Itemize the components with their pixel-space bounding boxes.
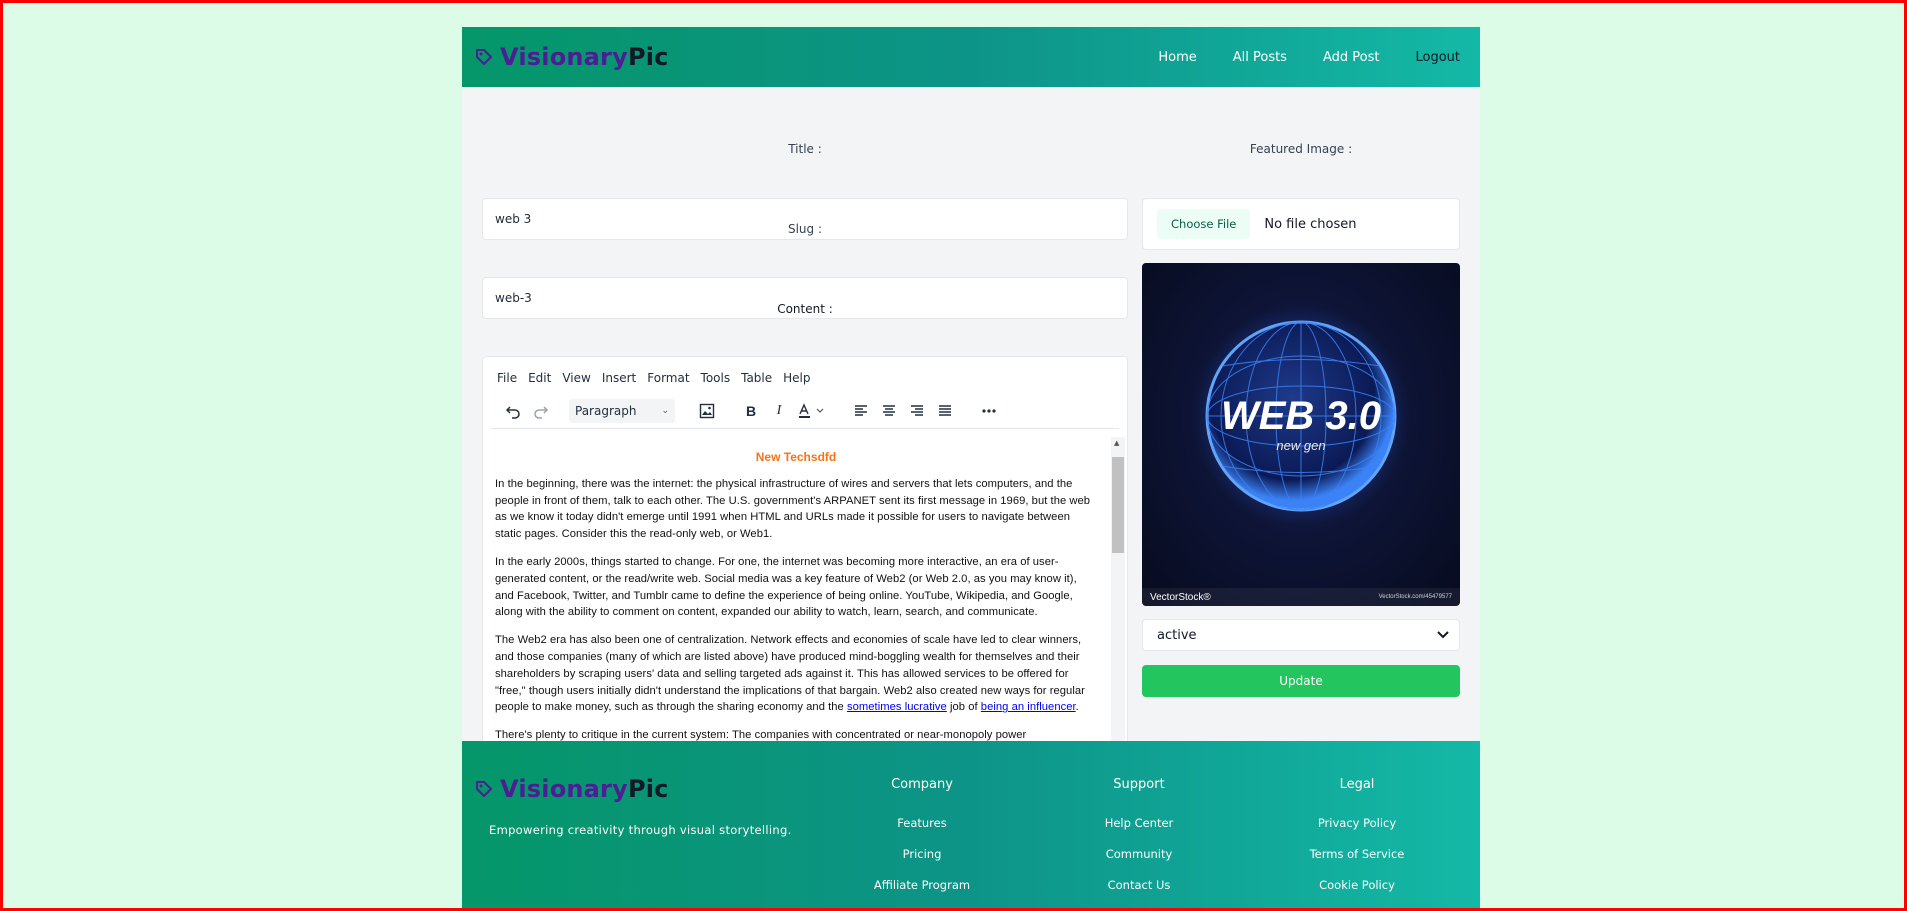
footer: VisionaryPic Empowering creativity throu…	[462, 741, 1480, 911]
brand-logo[interactable]: VisionaryPic	[474, 43, 669, 71]
align-center-icon[interactable]	[875, 399, 903, 423]
footer-link-privacy[interactable]: Privacy Policy	[1267, 816, 1447, 833]
nav-logout-link[interactable]: Logout	[1415, 50, 1460, 65]
featured-image-label: Featured Image :	[1249, 142, 1353, 156]
menu-format[interactable]: Format	[647, 371, 689, 393]
image-icon[interactable]	[693, 399, 721, 423]
footer-column-title: Support	[1113, 777, 1165, 792]
footer-brand-name: VisionaryPic	[500, 775, 669, 803]
footer-brand-logo[interactable]: VisionaryPic	[474, 775, 669, 803]
text-color-icon[interactable]	[793, 399, 831, 423]
nav-add-post-link[interactable]: Add Post	[1323, 50, 1380, 65]
globe-illustration: WEB 3.0 new gen	[1191, 306, 1411, 526]
footer-column-company: Company Features Pricing Affiliate Progr…	[832, 777, 1012, 909]
editor-menubar: File Edit View Insert Format Tools Table…	[483, 357, 1127, 393]
chevron-down-icon	[1437, 631, 1449, 639]
nav-links: Home All Posts Add Post Logout	[1158, 50, 1460, 65]
footer-link-cookie[interactable]: Cookie Policy	[1267, 878, 1447, 895]
status-select[interactable]: active	[1142, 619, 1460, 651]
content-label: Content :	[777, 302, 833, 316]
footer-column-title: Legal	[1339, 777, 1375, 792]
page-container: VisionaryPic Home All Posts Add Post Log…	[462, 27, 1480, 911]
align-right-icon[interactable]	[903, 399, 931, 423]
editor-scrollbar[interactable]: ▲ ▼	[1111, 437, 1125, 772]
featured-image-preview: WEB 3.0 new gen VectorStock® VectorStock…	[1142, 263, 1460, 606]
menu-tools[interactable]: Tools	[701, 371, 731, 393]
choose-file-button[interactable]: Choose File	[1157, 209, 1251, 239]
redo-icon[interactable]	[527, 399, 555, 423]
edit-post-form: Title : Slug : Content : File Edit View …	[462, 87, 1480, 773]
footer-link-terms[interactable]: Terms of Service	[1267, 847, 1447, 864]
footer-link-contact[interactable]: Contact Us	[1049, 878, 1229, 895]
footer-column-title: Company	[891, 777, 953, 792]
undo-icon[interactable]	[499, 399, 527, 423]
chevron-down-icon: ⌄	[661, 405, 669, 416]
content-heading: New Techsdfd	[755, 450, 837, 464]
editor-content[interactable]: New Techsdfd In the beginning, there was…	[483, 437, 1111, 772]
block-format-value: Paragraph	[575, 403, 637, 418]
title-label: Title :	[788, 142, 822, 156]
brand-name: VisionaryPic	[500, 43, 669, 71]
preview-subline: new gen	[1276, 438, 1325, 453]
block-format-select[interactable]: Paragraph ⌄	[569, 398, 675, 423]
watermark-url: VectorStock.com/45479577	[1378, 594, 1452, 600]
bold-icon[interactable]: B	[737, 399, 765, 423]
menu-file[interactable]: File	[497, 371, 517, 393]
status-value: active	[1157, 627, 1197, 643]
scroll-up-arrow-icon[interactable]: ▲	[1114, 439, 1119, 447]
rich-text-editor: File Edit View Insert Format Tools Table…	[482, 356, 1128, 773]
menu-table[interactable]: Table	[741, 371, 772, 393]
footer-link-help-center[interactable]: Help Center	[1049, 816, 1229, 833]
file-name-text: No file chosen	[1264, 216, 1357, 232]
footer-link-community[interactable]: Community	[1049, 847, 1229, 864]
slug-label: Slug :	[787, 222, 823, 236]
align-left-icon[interactable]	[847, 399, 875, 423]
menu-edit[interactable]: Edit	[528, 371, 551, 393]
align-justify-icon[interactable]	[931, 399, 959, 423]
footer-link-features[interactable]: Features	[832, 816, 1012, 833]
tag-icon	[476, 781, 492, 797]
italic-icon[interactable]: I	[765, 399, 793, 423]
watermark-logo: VectorStock®	[1150, 591, 1211, 603]
content-paragraph: The Web2 era has also been one of centra…	[495, 634, 1085, 714]
footer-column-legal: Legal Privacy Policy Terms of Service Co…	[1267, 777, 1447, 909]
featured-image-input: Choose File No file chosen	[1142, 198, 1460, 250]
being-an-influencer-link[interactable]: being an influencer	[981, 701, 1076, 713]
more-icon[interactable]	[975, 399, 1003, 423]
footer-column-support: Support Help Center Community Contact Us	[1049, 777, 1229, 909]
tag-icon	[476, 49, 492, 65]
preview-headline: WEB 3.0	[1221, 394, 1381, 438]
sometimes-lucrative-link[interactable]: sometimes lucrative	[847, 701, 947, 713]
menu-insert[interactable]: Insert	[602, 371, 636, 393]
scroll-thumb[interactable]	[1112, 457, 1124, 553]
editor-toolbar: Paragraph ⌄ B I	[491, 393, 1119, 429]
nav-all-posts-link[interactable]: All Posts	[1233, 50, 1287, 65]
content-paragraph: In the beginning, there was the internet…	[495, 477, 1091, 541]
footer-link-affiliate[interactable]: Affiliate Program	[832, 878, 1012, 895]
footer-link-pricing[interactable]: Pricing	[832, 847, 1012, 864]
nav-home-link[interactable]: Home	[1158, 50, 1196, 65]
footer-tagline: Empowering creativity through visual sto…	[489, 823, 792, 837]
navbar: VisionaryPic Home All Posts Add Post Log…	[462, 27, 1480, 87]
watermark-bar: VectorStock® VectorStock.com/45479577	[1142, 588, 1460, 606]
menu-help[interactable]: Help	[783, 371, 810, 393]
content-paragraph: In the early 2000s, things started to ch…	[495, 555, 1077, 619]
update-button[interactable]: Update	[1142, 665, 1460, 697]
menu-view[interactable]: View	[562, 371, 590, 393]
